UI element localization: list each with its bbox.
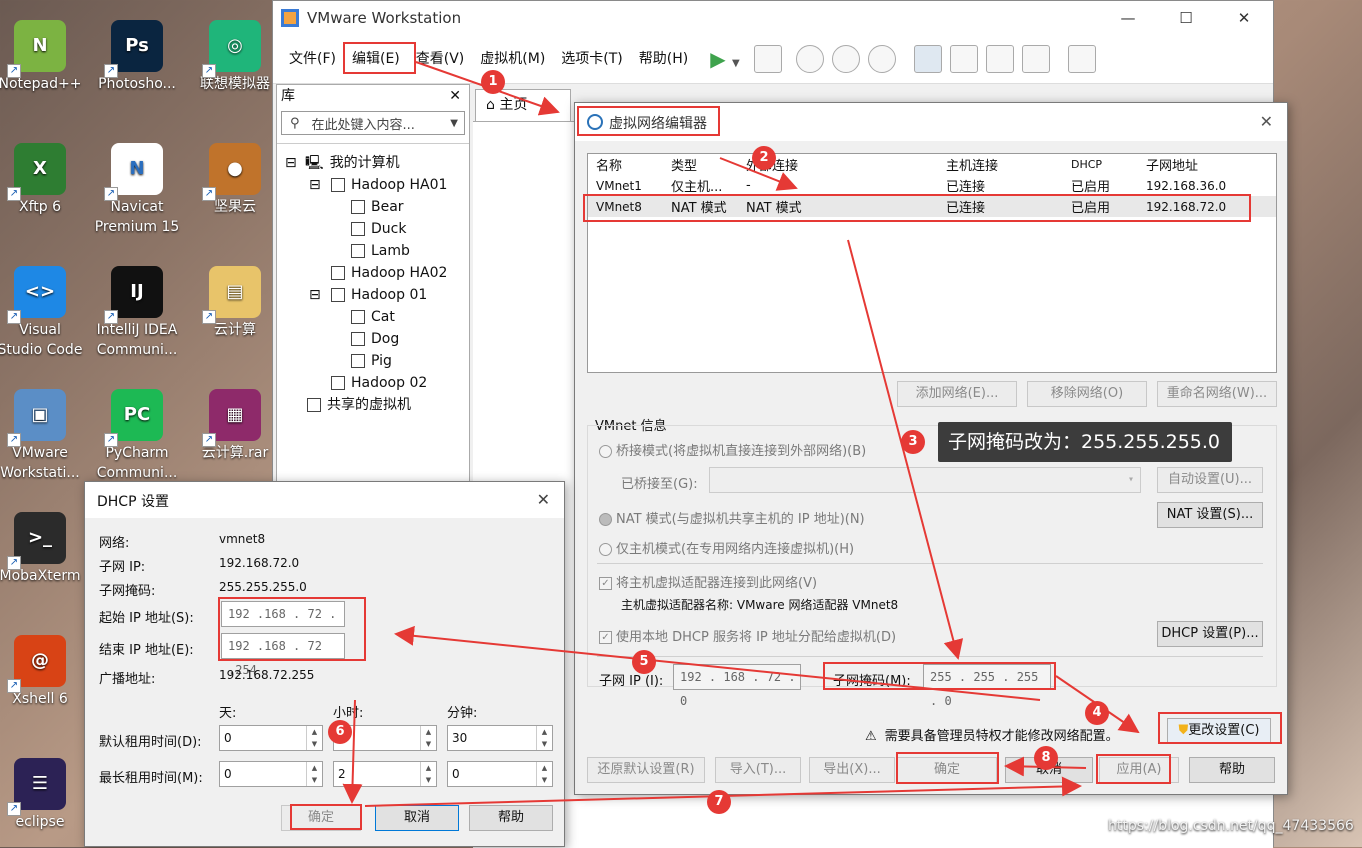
step-badge: 1 — [481, 70, 505, 94]
step-badge: 7 — [707, 790, 731, 814]
step-badge: 4 — [1085, 701, 1109, 725]
step-badge: 2 — [752, 146, 776, 170]
step-badge: 3 — [901, 430, 925, 454]
step-badge: 5 — [632, 650, 656, 674]
step-badge: 8 — [1034, 746, 1058, 770]
watermark: https://blog.csdn.net/qq_47433566 — [1108, 818, 1354, 834]
annotation-arrows — [342, 61, 1140, 807]
step-badge: 6 — [328, 720, 352, 744]
